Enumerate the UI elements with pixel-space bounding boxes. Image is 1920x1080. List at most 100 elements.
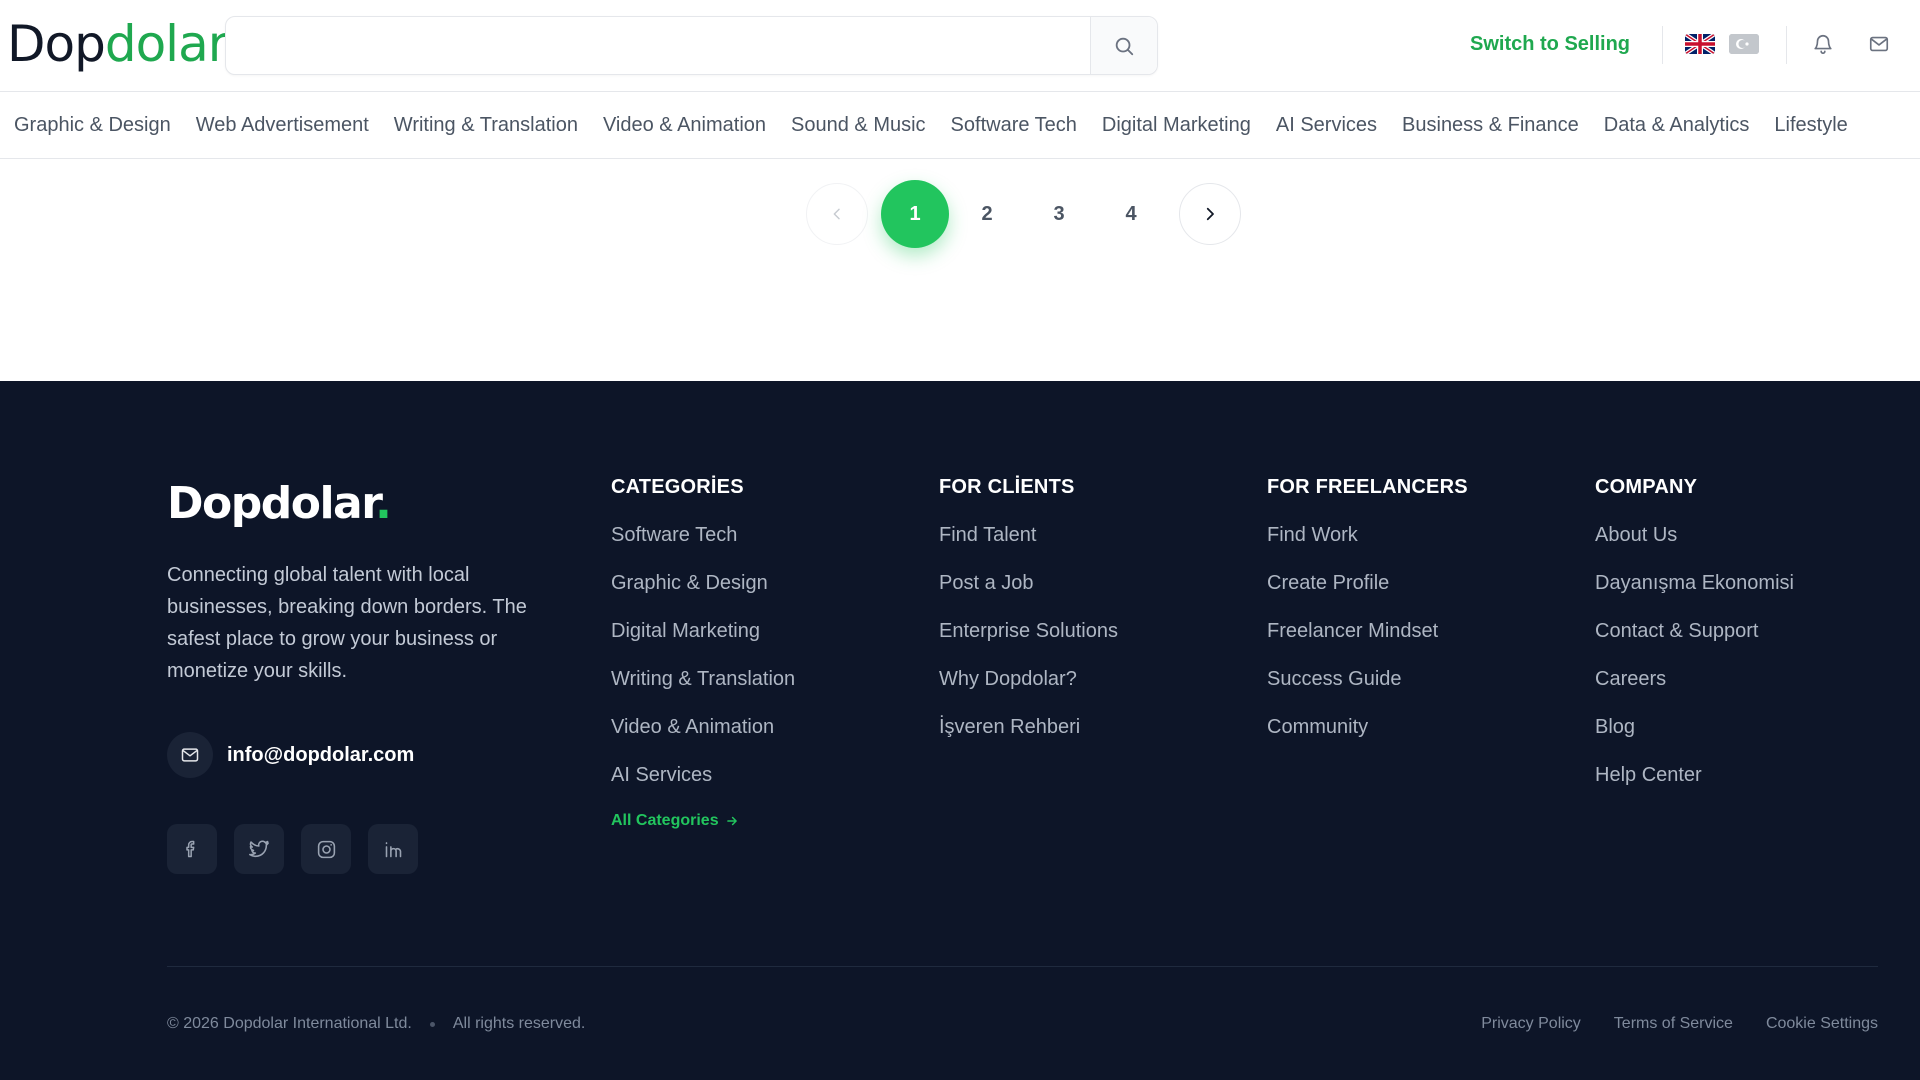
footer-divider [167, 966, 1878, 967]
separator-dot [429, 1021, 435, 1027]
category-ai-services[interactable]: AI Services [1276, 114, 1377, 137]
footer-col-freelancers: FOR FREELANCERS Find Work Create Profile… [1267, 476, 1468, 764]
footer-col-categories: CATEGORİES Software Tech Graphic & Desig… [611, 476, 795, 830]
footer-link-create-profile[interactable]: Create Profile [1267, 572, 1389, 594]
logo-text-dop: Dop [7, 15, 106, 73]
footer-link-freelancer-mindset[interactable]: Freelancer Mindset [1267, 620, 1438, 642]
pagination-page-2[interactable]: 2 [953, 180, 1021, 248]
footer-logo[interactable]: Dopdolar. [167, 478, 392, 529]
footer-link-contact-support[interactable]: Contact & Support [1595, 620, 1758, 642]
footer-col-company: COMPANY About Us Dayanışma Ekonomisi Con… [1595, 476, 1794, 812]
search-bar [225, 16, 1158, 75]
footer-col-title: COMPANY [1595, 476, 1698, 498]
twitter-icon [249, 840, 269, 858]
category-data-analytics[interactable]: Data & Analytics [1604, 114, 1750, 137]
cookie-settings-link[interactable]: Cookie Settings [1766, 1015, 1878, 1033]
pagination-page-4[interactable]: 4 [1097, 180, 1165, 248]
footer-link-graphic-design[interactable]: Graphic & Design [611, 572, 768, 594]
instagram-icon [317, 840, 335, 858]
terms-of-service-link[interactable]: Terms of Service [1614, 1015, 1733, 1033]
footer-link-careers[interactable]: Careers [1595, 668, 1666, 690]
instagram-button[interactable] [301, 824, 351, 874]
linkedin-icon [385, 841, 401, 857]
twitter-button[interactable] [234, 824, 284, 874]
footer-link-why-dopdolar[interactable]: Why Dopdolar? [939, 668, 1077, 690]
bell-icon [1814, 35, 1832, 54]
footer-link-ai-services[interactable]: AI Services [611, 764, 712, 786]
linkedin-button[interactable] [368, 824, 418, 874]
mail-icon [1869, 36, 1889, 52]
privacy-policy-link[interactable]: Privacy Policy [1481, 1015, 1581, 1033]
category-web-advertisement[interactable]: Web Advertisement [196, 114, 369, 137]
header-divider [1662, 26, 1663, 64]
footer-link-success-guide[interactable]: Success Guide [1267, 668, 1402, 690]
category-video-animation[interactable]: Video & Animation [603, 114, 766, 137]
all-categories-label: All Categories [611, 812, 719, 829]
site-header: Dopdolar Switch to Selling [0, 0, 1920, 92]
footer-col-title: FOR FREELANCERS [1267, 476, 1468, 498]
arrow-right-icon [726, 816, 737, 826]
category-nav: Graphic & Design Web Advertisement Writi… [0, 92, 1920, 159]
messages-button[interactable] [1867, 32, 1891, 56]
header-divider [1786, 26, 1787, 64]
footer-link-enterprise-solutions[interactable]: Enterprise Solutions [939, 620, 1118, 642]
logo-text-dolar: dolar [104, 15, 228, 73]
site-footer: Dopdolar. Connecting global talent with … [0, 381, 1920, 1080]
footer-link-list: About Us Dayanışma Ekonomisi Contact & S… [1595, 524, 1794, 812]
search-button[interactable] [1090, 17, 1157, 74]
pagination: 1 2 3 4 [806, 180, 1242, 250]
uk-flag-icon[interactable] [1685, 34, 1715, 54]
category-business-finance[interactable]: Business & Finance [1402, 114, 1579, 137]
chevron-left-icon [833, 208, 840, 220]
footer-email-row: info@dopdolar.com [167, 732, 414, 778]
footer-logo-text: Dopdolar [167, 478, 377, 529]
footer-link-digital-marketing[interactable]: Digital Marketing [611, 620, 760, 642]
footer-link-list: Software Tech Graphic & Design Digital M… [611, 524, 795, 812]
category-writing-translation[interactable]: Writing & Translation [394, 114, 578, 137]
footer-link-community[interactable]: Community [1267, 716, 1368, 738]
category-sound-music[interactable]: Sound & Music [791, 114, 926, 137]
category-digital-marketing[interactable]: Digital Marketing [1102, 114, 1251, 137]
footer-col-clients: FOR CLİENTS Find Talent Post a Job Enter… [939, 476, 1118, 764]
footer-logo-dot: . [375, 478, 392, 529]
footer-link-video-animation[interactable]: Video & Animation [611, 716, 774, 738]
footer-link-blog[interactable]: Blog [1595, 716, 1635, 738]
footer-social-links [167, 824, 418, 874]
footer-col-title: FOR CLİENTS [939, 476, 1075, 498]
search-input[interactable] [226, 17, 1090, 74]
footer-link-list: Find Talent Post a Job Enterprise Soluti… [939, 524, 1118, 764]
footer-email-link[interactable]: info@dopdolar.com [227, 744, 414, 767]
footer-link-writing-translation[interactable]: Writing & Translation [611, 668, 795, 690]
site-logo[interactable]: Dopdolar [7, 14, 228, 74]
footer-col-title: CATEGORİES [611, 476, 744, 498]
footer-email-icon-wrap [167, 732, 213, 778]
footer-link-about-us[interactable]: About Us [1595, 524, 1677, 546]
switch-to-selling-link[interactable]: Switch to Selling [1470, 33, 1630, 56]
category-graphic-design[interactable]: Graphic & Design [14, 114, 171, 137]
pagination-prev-button[interactable] [806, 183, 868, 245]
footer-link-help-center[interactable]: Help Center [1595, 764, 1702, 786]
pagination-page-1[interactable]: 1 [881, 180, 949, 248]
category-nav-list: Graphic & Design Web Advertisement Writi… [14, 92, 1848, 158]
footer-link-find-talent[interactable]: Find Talent [939, 524, 1036, 546]
footer-link-list: Find Work Create Profile Freelancer Mind… [1267, 524, 1468, 764]
footer-link-dayanisma-ekonomisi[interactable]: Dayanışma Ekonomisi [1595, 572, 1794, 594]
chevron-right-icon [1206, 207, 1214, 221]
category-software-tech[interactable]: Software Tech [951, 114, 1077, 137]
footer-description: Connecting global talent with local busi… [167, 564, 527, 682]
category-lifestyle[interactable]: Lifestyle [1774, 114, 1847, 137]
all-categories-link[interactable]: All Categories [611, 812, 739, 830]
footer-link-post-a-job[interactable]: Post a Job [939, 572, 1034, 594]
facebook-icon [186, 840, 195, 858]
footer-link-isveren-rehberi[interactable]: İşveren Rehberi [939, 716, 1080, 738]
footer-legal-links: Privacy Policy Terms of Service Cookie S… [1481, 1015, 1878, 1033]
tr-flag-icon[interactable] [1729, 34, 1759, 54]
pagination-next-button[interactable] [1179, 183, 1241, 245]
pagination-page-3[interactable]: 3 [1025, 180, 1093, 248]
mail-icon [181, 748, 199, 762]
rights-text: All rights reserved. [452, 1015, 586, 1032]
footer-link-software-tech[interactable]: Software Tech [611, 524, 737, 546]
notifications-button[interactable] [1811, 32, 1835, 56]
facebook-button[interactable] [167, 824, 217, 874]
footer-link-find-work[interactable]: Find Work [1267, 524, 1358, 546]
